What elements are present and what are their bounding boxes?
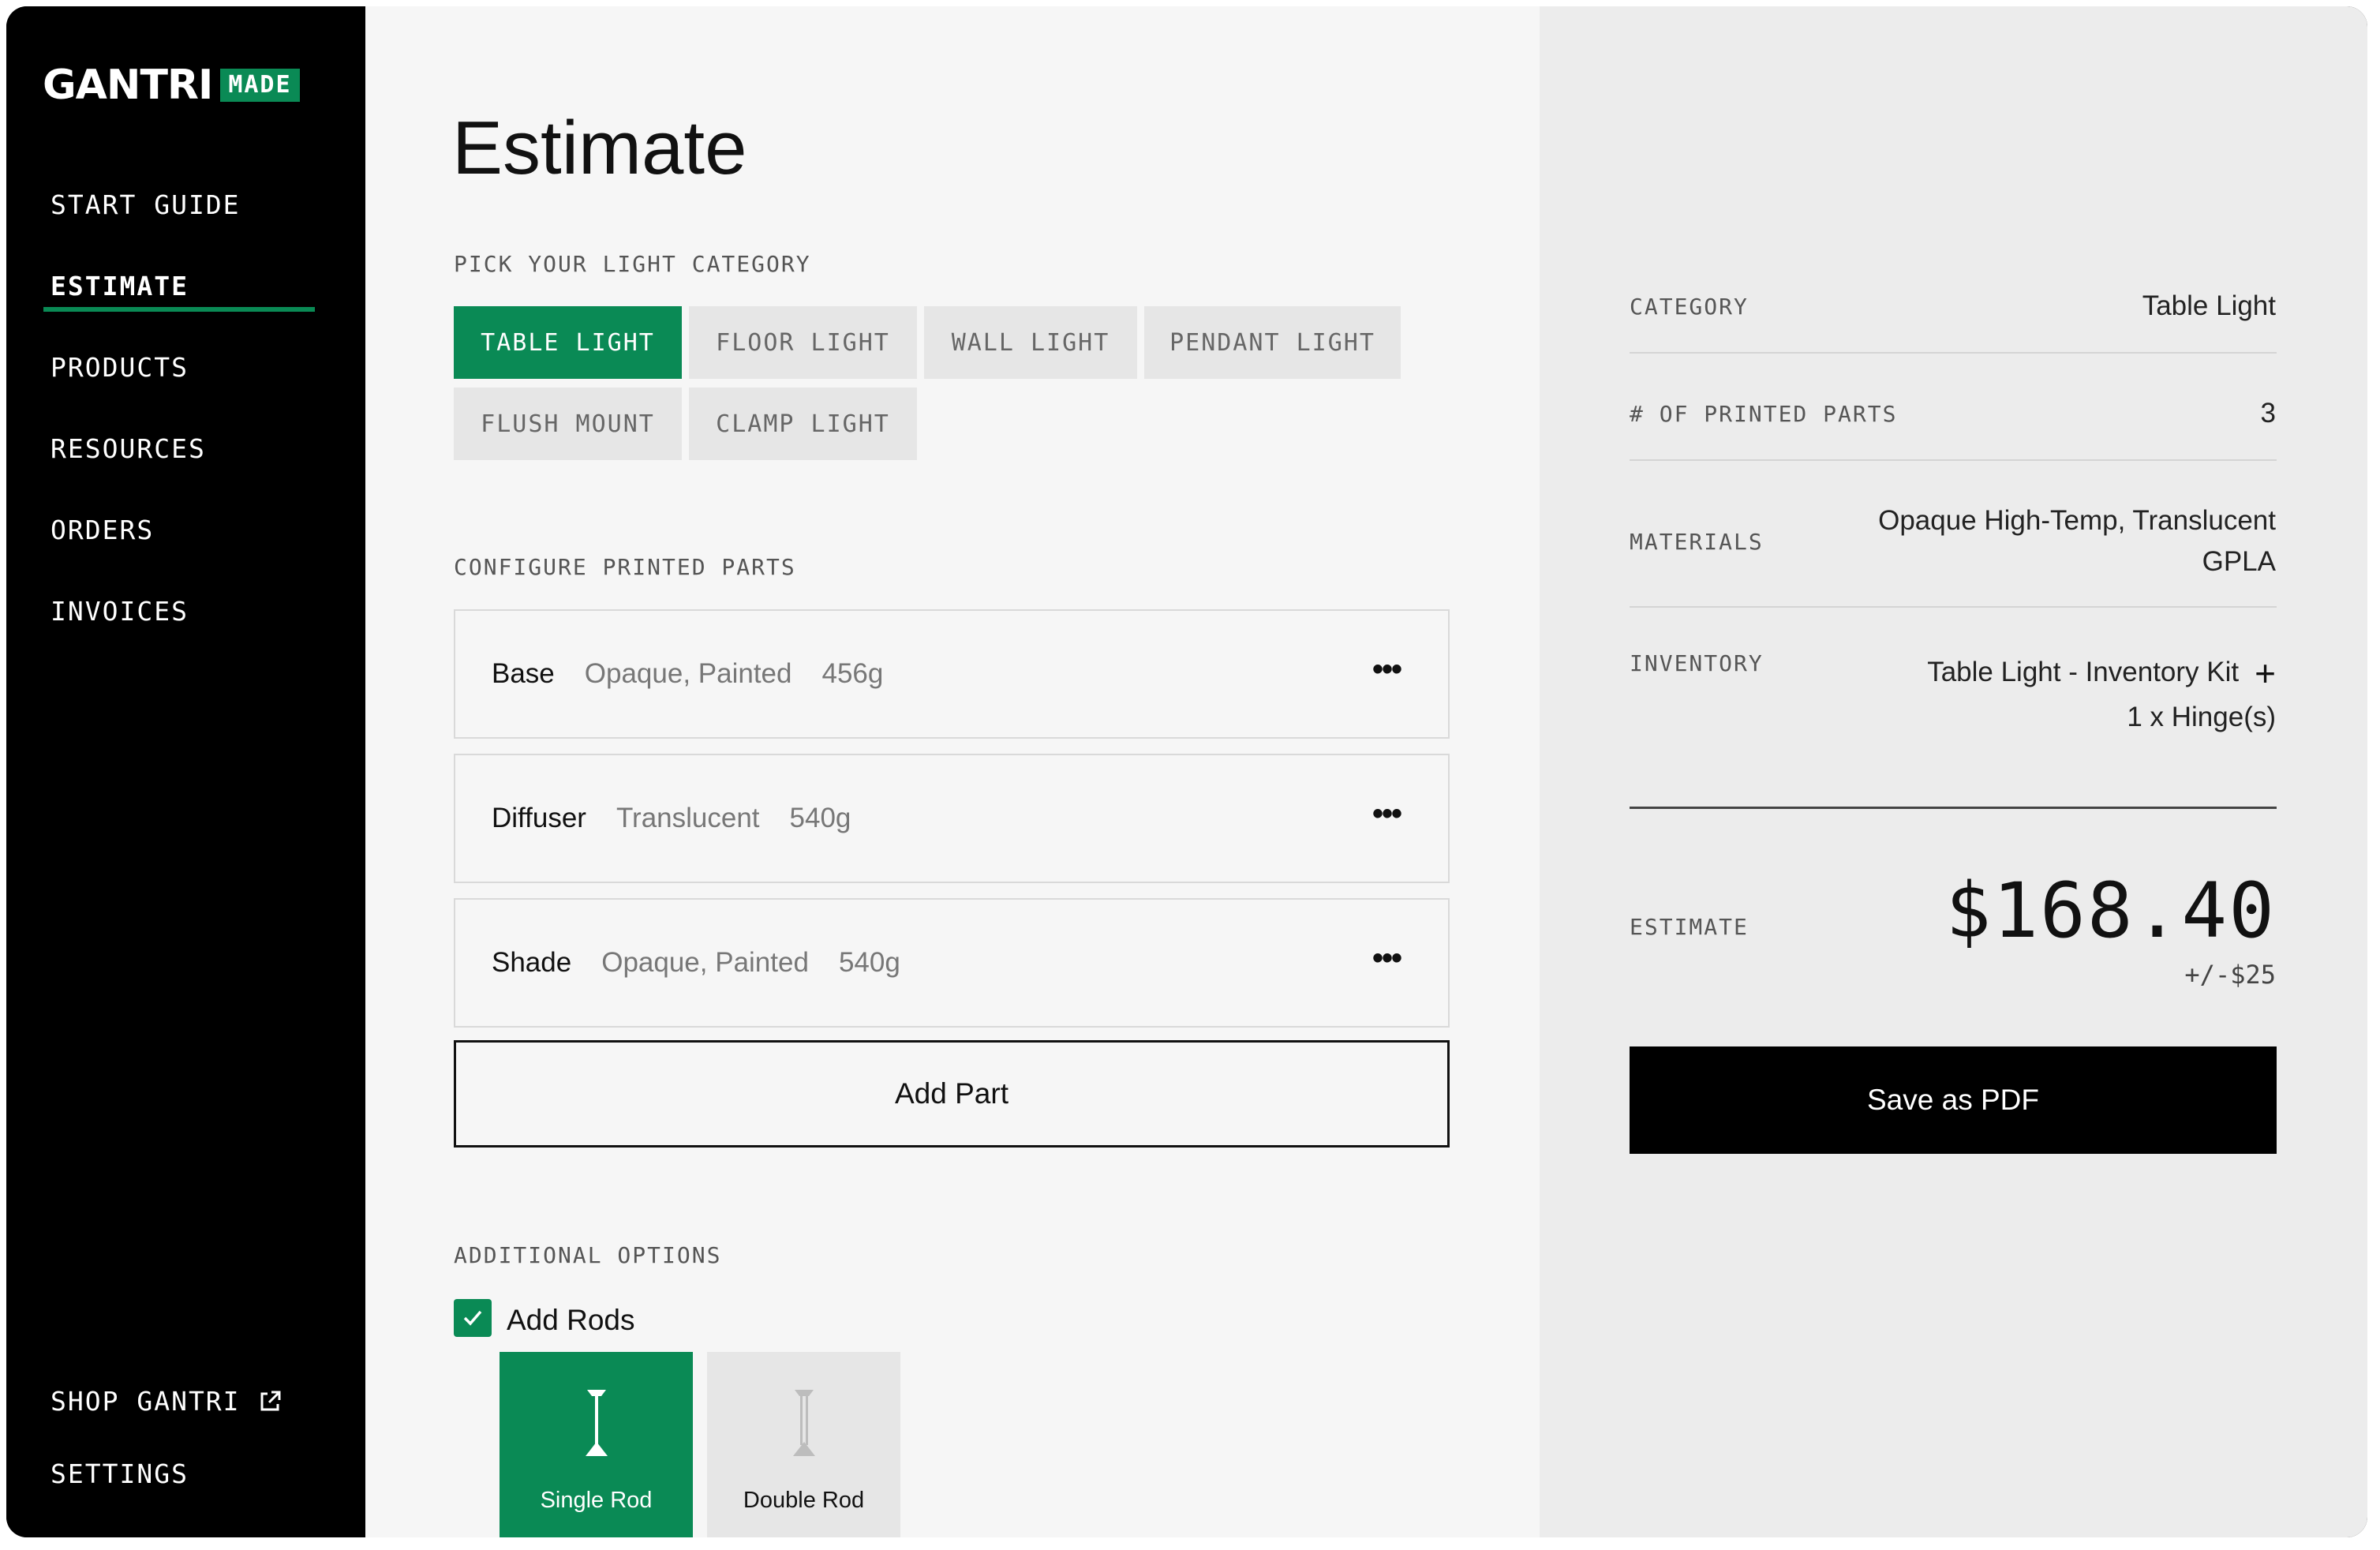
- summary-parts-value: 3: [2260, 398, 2276, 429]
- main-panel: Estimate PICK YOUR LIGHT CATEGORY TABLE …: [365, 6, 1540, 1537]
- save-as-pdf-button[interactable]: Save as PDF: [1630, 1046, 2277, 1154]
- summary-materials-line: Opaque High-Temp, Translucent: [1878, 505, 2276, 536]
- part-row-shade[interactable]: Shade Opaque, Painted 540g •••: [454, 898, 1450, 1028]
- part-row-base[interactable]: Base Opaque, Painted 456g •••: [454, 609, 1450, 739]
- category-floor-light[interactable]: FLOOR LIGHT: [689, 306, 917, 379]
- estimate-summary-panel: CATEGORY Table Light # OF PRINTED PARTS …: [1540, 6, 2367, 1537]
- page-title: Estimate: [452, 106, 747, 190]
- summary-category-value: Table Light: [2142, 290, 2276, 321]
- more-options-icon[interactable]: •••: [1372, 942, 1402, 974]
- gantri-made-logo[interactable]: GANTRI MADE: [43, 62, 300, 109]
- sidebar-item-label: SHOP GANTRI: [51, 1386, 241, 1417]
- summary-estimate-label: ESTIMATE: [1630, 914, 1749, 940]
- logo-wordmark: GANTRI: [43, 62, 213, 109]
- sidebar-item-settings[interactable]: SETTINGS: [51, 1458, 189, 1489]
- more-options-icon[interactable]: •••: [1372, 653, 1402, 685]
- rod-option-label: Single Rod: [540, 1488, 653, 1513]
- estimate-range: +/-$25: [2184, 960, 2276, 990]
- summary-inventory-line: Table Light - Inventory Kit: [1927, 657, 2240, 687]
- estimate-price: $168.40: [1945, 867, 2276, 955]
- rod-option-double[interactable]: Double Rod: [707, 1352, 900, 1537]
- part-material: Opaque, Painted: [601, 947, 809, 978]
- part-weight: 540g: [838, 947, 900, 978]
- sidebar-item-start-guide[interactable]: START GUIDE: [51, 189, 241, 220]
- part-material: Opaque, Painted: [584, 658, 792, 689]
- summary-materials-label: MATERIALS: [1630, 529, 1764, 555]
- summary-materials-value: Opaque High-Temp, Translucent GPLA: [1878, 500, 2276, 582]
- active-nav-indicator: [43, 307, 315, 312]
- summary-inventory-label: INVENTORY: [1630, 650, 1764, 676]
- summary-divider: [1630, 606, 2277, 608]
- more-options-icon[interactable]: •••: [1372, 798, 1402, 829]
- summary-divider: [1630, 352, 2277, 354]
- category-pendant-light[interactable]: PENDANT LIGHT: [1144, 306, 1401, 379]
- add-rods-checkbox[interactable]: [454, 1299, 492, 1337]
- sidebar-item-shop-gantri[interactable]: SHOP GANTRI: [51, 1386, 282, 1417]
- summary-divider: [1630, 807, 2277, 809]
- summary-category-label: CATEGORY: [1630, 294, 1749, 320]
- category-section-label: PICK YOUR LIGHT CATEGORY: [454, 251, 811, 277]
- checkmark-icon: [463, 1310, 482, 1326]
- summary-inventory-value: Table Light - Inventory Kit + 1 x Hinge(s…: [1927, 649, 2276, 738]
- summary-parts-label: # OF PRINTED PARTS: [1630, 401, 1898, 427]
- double-rod-icon: [788, 1388, 820, 1463]
- sidebar: GANTRI MADE START GUIDE ESTIMATE PRODUCT…: [6, 6, 365, 1537]
- part-material: Translucent: [616, 803, 760, 833]
- part-weight: 540g: [789, 803, 851, 833]
- part-weight: 456g: [821, 658, 884, 689]
- category-clamp-light[interactable]: CLAMP LIGHT: [689, 388, 917, 460]
- summary-materials-line: GPLA: [2202, 546, 2276, 577]
- category-wall-light[interactable]: WALL LIGHT: [924, 306, 1137, 379]
- add-rods-label: Add Rods: [507, 1304, 635, 1336]
- sidebar-item-invoices[interactable]: INVOICES: [51, 596, 189, 627]
- part-name: Base: [492, 658, 555, 689]
- summary-divider: [1630, 459, 2277, 461]
- sidebar-item-orders[interactable]: ORDERS: [51, 515, 154, 545]
- sidebar-item-resources[interactable]: RESOURCES: [51, 433, 206, 464]
- category-flush-mount[interactable]: FLUSH MOUNT: [454, 388, 682, 460]
- plus-icon[interactable]: +: [2255, 650, 2276, 697]
- rod-option-single[interactable]: Single Rod: [500, 1352, 693, 1537]
- sidebar-item-products[interactable]: PRODUCTS: [51, 352, 189, 383]
- part-name: Shade: [492, 947, 572, 978]
- external-link-icon: [258, 1390, 282, 1413]
- sidebar-item-estimate[interactable]: ESTIMATE: [51, 271, 189, 301]
- parts-section-label: CONFIGURE PRINTED PARTS: [454, 554, 796, 580]
- summary-inventory-line: 1 x Hinge(s): [2127, 702, 2276, 732]
- part-row-diffuser[interactable]: Diffuser Translucent 540g •••: [454, 754, 1450, 883]
- app-window: GANTRI MADE START GUIDE ESTIMATE PRODUCT…: [6, 6, 2367, 1537]
- category-table-light[interactable]: TABLE LIGHT: [454, 306, 682, 379]
- add-part-button[interactable]: Add Part: [454, 1040, 1450, 1148]
- options-section-label: ADDITIONAL OPTIONS: [454, 1242, 722, 1268]
- rod-option-label: Double Rod: [743, 1488, 865, 1513]
- logo-badge: MADE: [220, 69, 300, 102]
- part-name: Diffuser: [492, 803, 586, 833]
- single-rod-icon: [581, 1388, 612, 1463]
